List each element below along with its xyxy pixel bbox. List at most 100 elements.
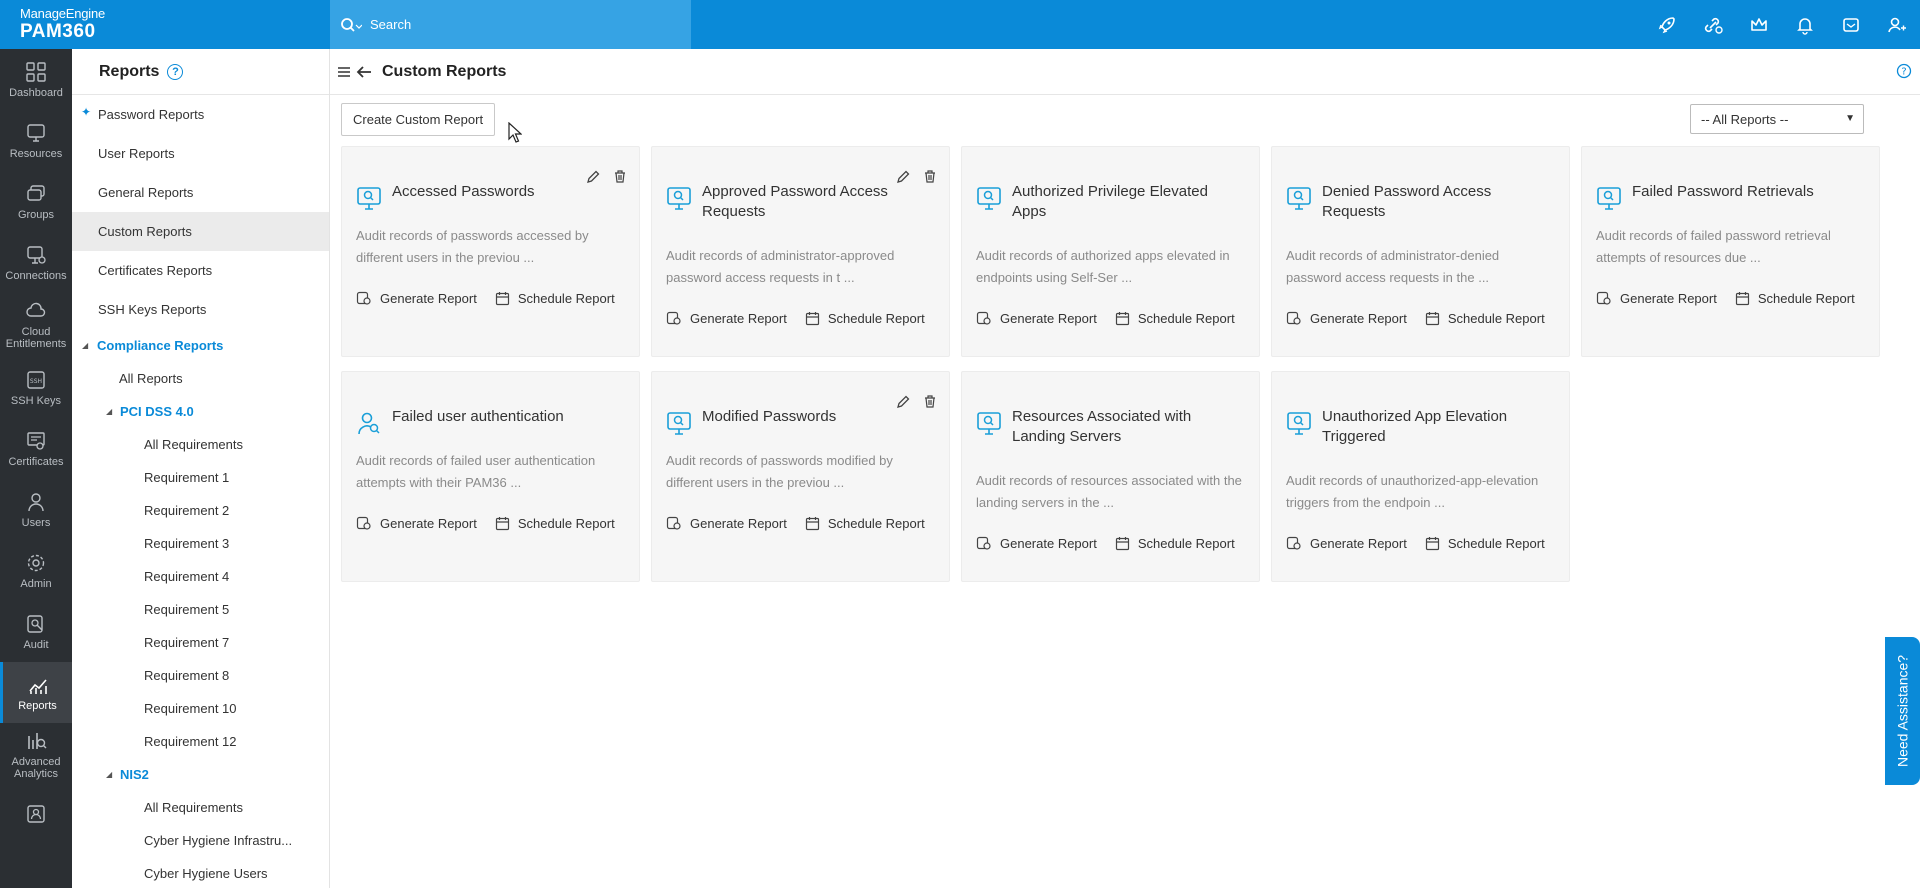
create-custom-report-button[interactable]: Create Custom Report	[341, 103, 496, 136]
generate-report-link[interactable]: Generate Report	[1596, 290, 1717, 306]
schedule-report-link[interactable]: Schedule Report	[495, 516, 615, 531]
generate-report-link[interactable]: Generate Report	[356, 515, 477, 531]
help-icon[interactable]: ?	[167, 63, 184, 80]
hamburger-icon[interactable]	[338, 66, 350, 78]
report-filter-select[interactable]: -- All Reports -- ▼	[1690, 104, 1864, 134]
report-card[interactable]: Denied Password Access Requests Audit re…	[1271, 146, 1570, 357]
sidebar-item-general-reports[interactable]: General Reports	[72, 173, 329, 212]
report-card[interactable]: Unauthorized App Elevation Triggered Aud…	[1271, 371, 1570, 582]
report-card[interactable]: Failed user authentication Audit records…	[341, 371, 640, 582]
report-card[interactable]: Authorized Privilege Elevated Apps Audit…	[961, 146, 1260, 357]
schedule-report-link[interactable]: Schedule Report	[1735, 291, 1855, 306]
calendar-icon	[805, 311, 819, 325]
report-card[interactable]: Failed Password Retrievals Audit records…	[1581, 146, 1880, 357]
delete-icon[interactable]	[613, 169, 627, 184]
schedule-report-label: Schedule Report	[827, 515, 925, 531]
generate-report-link[interactable]: Generate Report	[666, 310, 787, 326]
schedule-report-link[interactable]: Schedule Report	[1425, 311, 1545, 326]
tree-item-nis2-req[interactable]: Cyber Hygiene Users	[72, 857, 329, 888]
generate-report-link[interactable]: Generate Report	[666, 515, 787, 531]
tree-item-pci-req[interactable]: Requirement 12	[72, 725, 329, 758]
generate-report-label: Generate Report	[1620, 290, 1717, 306]
monitor-search-icon	[666, 410, 692, 441]
tree-item-pci-req[interactable]: Requirement 1	[72, 461, 329, 494]
report-card[interactable]: Accessed Passwords Audit records of pass…	[341, 146, 640, 357]
nav-audit[interactable]: Audit	[0, 601, 72, 662]
nav-advanced-analytics[interactable]: Advanced Analytics	[0, 723, 72, 787]
nav-connections[interactable]: Connections	[0, 232, 72, 293]
bell-icon[interactable]	[1782, 0, 1828, 49]
schedule-report-link[interactable]: Schedule Report	[805, 516, 925, 531]
search-input[interactable]: Search	[330, 0, 691, 49]
tree-item-pci-req[interactable]: Requirement 4	[72, 560, 329, 593]
generate-report-link[interactable]: Generate Report	[1286, 310, 1407, 326]
tree-item-pci-req[interactable]: Requirement 7	[72, 626, 329, 659]
ssh-icon: SSH	[27, 370, 45, 389]
tree-item-label: Requirement 1	[144, 470, 230, 485]
card-description: Audit records of unauthorized-app-elevat…	[1286, 473, 1539, 510]
mail-icon[interactable]	[1828, 0, 1874, 49]
delete-icon[interactable]	[923, 394, 937, 409]
report-card[interactable]: Approved Password Access Requests Audit …	[651, 146, 950, 357]
collapse-triangle-icon[interactable]: ◢	[106, 770, 112, 779]
tree-item-pci-req[interactable]: All Requirements	[72, 428, 329, 461]
nav-reports[interactable]: Reports	[0, 662, 72, 723]
reports-sidebar: Reports ? ✦ Password Reports User Report…	[72, 49, 330, 888]
nav-certificates[interactable]: Certificates	[0, 418, 72, 479]
sidebar-item-custom-reports[interactable]: Custom Reports	[72, 212, 329, 251]
tree-item-pci-req[interactable]: Requirement 3	[72, 527, 329, 560]
sidebar-item-ssh-keys-reports[interactable]: SSH Keys Reports	[72, 290, 329, 329]
tree-item-pci-req[interactable]: Requirement 8	[72, 659, 329, 692]
link-settings-icon[interactable]	[1690, 0, 1736, 49]
sidebar-item-user-reports[interactable]: User Reports	[72, 134, 329, 173]
schedule-report-link[interactable]: Schedule Report	[805, 311, 925, 326]
schedule-report-link[interactable]: Schedule Report	[1115, 536, 1235, 551]
schedule-report-link[interactable]: Schedule Report	[495, 291, 615, 306]
tree-item-pci-req[interactable]: Requirement 5	[72, 593, 329, 626]
tree-compliance-reports[interactable]: ◢ Compliance Reports	[72, 329, 329, 362]
card-description: Audit records of failed user authenticat…	[356, 453, 596, 490]
tree-item-nis2-req[interactable]: Cyber Hygiene Infrastru...	[72, 824, 329, 857]
generate-report-label: Generate Report	[1310, 310, 1407, 326]
crown-icon[interactable]	[1736, 0, 1782, 49]
generate-report-icon	[1286, 311, 1301, 325]
pin-icon[interactable]: ✦	[81, 105, 91, 119]
collapse-triangle-icon[interactable]: ◢	[82, 341, 88, 350]
nav-dashboard[interactable]: Dashboard	[0, 49, 72, 110]
generate-report-link[interactable]: Generate Report	[1286, 535, 1407, 551]
need-assistance-button[interactable]: Need Assistance?	[1885, 637, 1920, 785]
nav-users[interactable]: Users	[0, 479, 72, 540]
user-settings-icon[interactable]	[1874, 0, 1920, 49]
generate-report-link[interactable]: Generate Report	[356, 290, 477, 306]
nav-ssh-keys[interactable]: SSH SSH Keys	[0, 357, 72, 418]
generate-report-label: Generate Report	[1310, 535, 1407, 551]
nav-admin[interactable]: Admin	[0, 540, 72, 601]
nav-contact[interactable]	[0, 787, 72, 845]
tree-nis2[interactable]: ◢ NIS2	[72, 758, 329, 791]
collapse-triangle-icon[interactable]: ◢	[106, 407, 112, 416]
nav-cloud-entitlements[interactable]: Cloud Entitlements	[0, 293, 72, 357]
report-card[interactable]: Resources Associated with Landing Server…	[961, 371, 1260, 582]
tree-item-all-reports[interactable]: All Reports	[72, 362, 329, 395]
back-arrow-icon[interactable]	[356, 65, 372, 79]
nav-resources[interactable]: Resources	[0, 110, 72, 171]
generate-report-link[interactable]: Generate Report	[976, 310, 1097, 326]
generate-report-link[interactable]: Generate Report	[976, 535, 1097, 551]
tree-item-label: Cyber Hygiene Infrastru...	[144, 833, 293, 848]
schedule-report-link[interactable]: Schedule Report	[1425, 536, 1545, 551]
nav-label: Certificates	[8, 455, 64, 468]
tree-pci-dss[interactable]: ◢ PCI DSS 4.0	[72, 395, 329, 428]
nav-groups[interactable]: Groups	[0, 171, 72, 232]
brand-logo[interactable]: ManageEngine PAM360	[0, 0, 330, 49]
help-icon[interactable]: ?	[1896, 63, 1912, 84]
rocket-icon[interactable]	[1644, 0, 1690, 49]
schedule-report-link[interactable]: Schedule Report	[1115, 311, 1235, 326]
delete-icon[interactable]	[923, 169, 937, 184]
sidebar-item-certificates-reports[interactable]: Certificates Reports	[72, 251, 329, 290]
tree-item-pci-req[interactable]: Requirement 2	[72, 494, 329, 527]
sidebar-item-password-reports[interactable]: ✦ Password Reports	[72, 95, 329, 134]
schedule-report-label: Schedule Report	[1447, 535, 1545, 551]
tree-item-pci-req[interactable]: Requirement 10	[72, 692, 329, 725]
report-card[interactable]: Modified Passwords Audit records of pass…	[651, 371, 950, 582]
tree-item-nis2-req[interactable]: All Requirements	[72, 791, 329, 824]
